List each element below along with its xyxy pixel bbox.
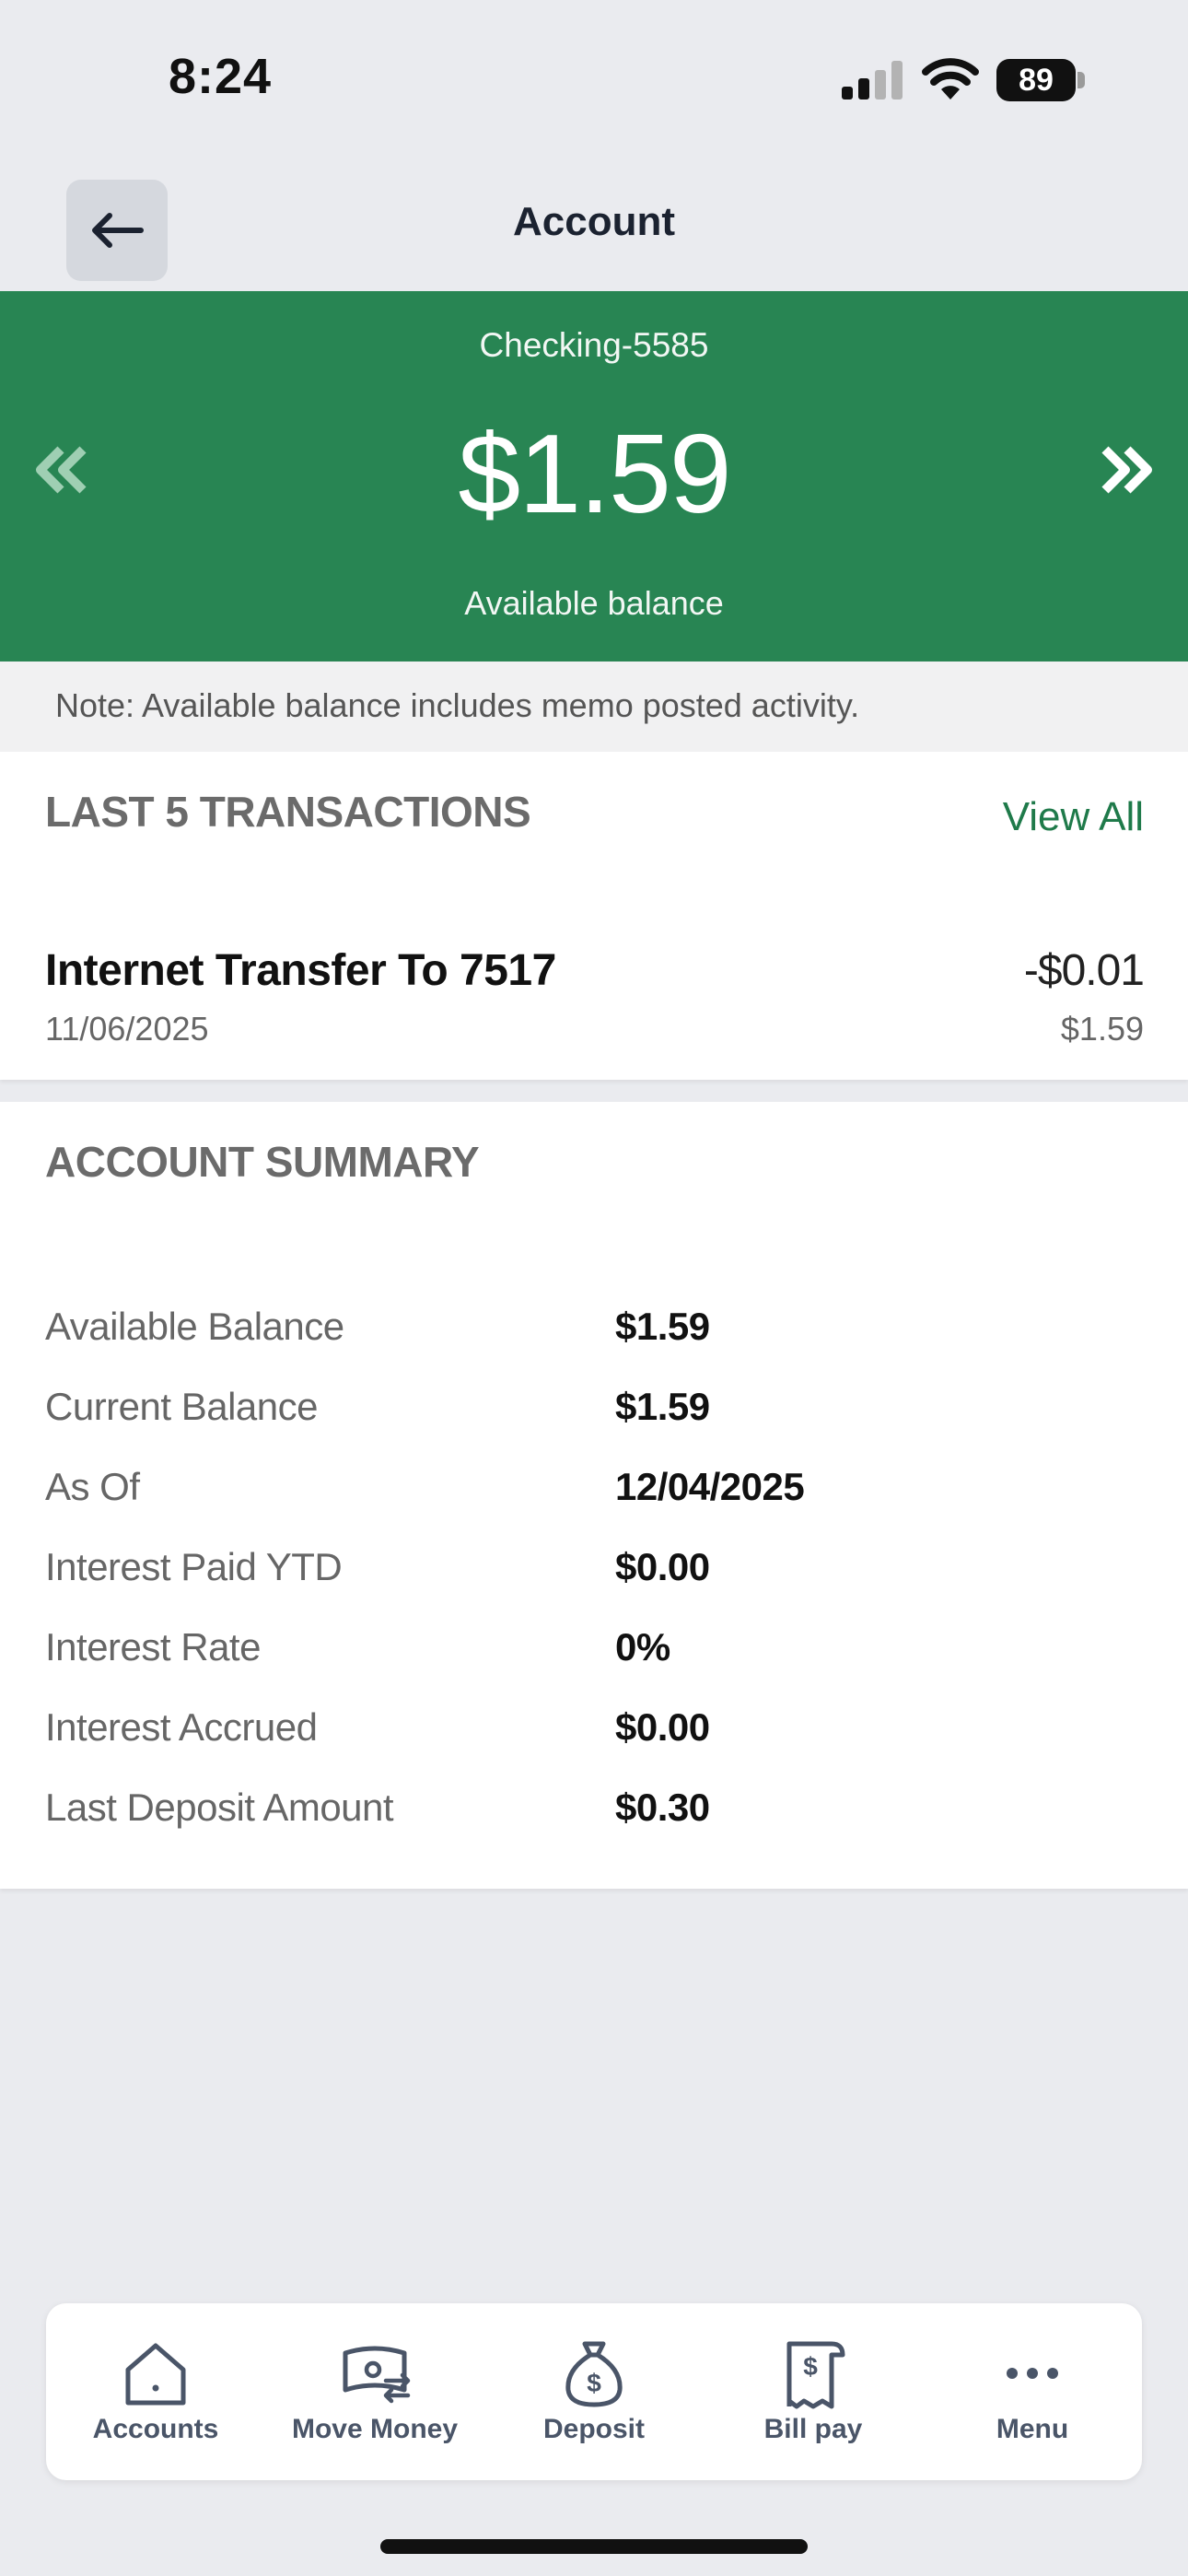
- transaction-date: 11/06/2025: [45, 1010, 209, 1048]
- summary-row-interest-accrued: Interest Accrued $0.00: [0, 1692, 1188, 1773]
- nav-label: Menu: [996, 2414, 1069, 2444]
- summary-label: Last Deposit Amount: [45, 1786, 394, 1829]
- nav-label: Accounts: [92, 2414, 219, 2444]
- nav-item-deposit[interactable]: $ Deposit: [484, 2303, 704, 2480]
- summary-label: Interest Rate: [45, 1625, 261, 1669]
- summary-value: 12/04/2025: [615, 1465, 805, 1508]
- transactions-title: LAST 5 TRANSACTIONS: [45, 788, 531, 836]
- header: Account: [0, 157, 1188, 291]
- summary-label: Interest Paid YTD: [45, 1545, 343, 1588]
- summary-row-interest-rate: Interest Rate 0%: [0, 1612, 1188, 1692]
- transaction-description: Internet Transfer To 7517: [45, 946, 556, 995]
- battery-tip: [1077, 72, 1085, 88]
- money-bag-icon: $: [565, 2341, 623, 2407]
- summary-value: $1.59: [615, 1305, 710, 1348]
- transactions-card: LAST 5 TRANSACTIONS View All Internet Tr…: [0, 752, 1188, 1080]
- note-text: Note: Available balance includes memo po…: [55, 686, 860, 724]
- battery-level: 89: [996, 59, 1076, 101]
- battery-indicator: 89: [996, 59, 1085, 101]
- bottom-navigation: Accounts Move Money $ Deposit $ Bill pay: [46, 2303, 1142, 2480]
- more-icon: [1007, 2368, 1058, 2379]
- summary-value: $0.00: [615, 1545, 710, 1588]
- wifi-icon: [922, 58, 979, 100]
- balance-amount: $1.59: [458, 411, 731, 536]
- home-indicator[interactable]: [380, 2539, 808, 2554]
- nav-item-move-money[interactable]: Move Money: [265, 2303, 484, 2480]
- money-transfer-icon: [343, 2346, 411, 2404]
- nav-label: Bill pay: [763, 2414, 863, 2444]
- nav-item-accounts[interactable]: Accounts: [46, 2303, 265, 2480]
- status-bar: 8:24 89: [0, 0, 1188, 157]
- transaction-amount: -$0.01: [1023, 946, 1145, 995]
- summary-label: As Of: [45, 1465, 140, 1508]
- account-name: Checking-5585: [479, 326, 709, 364]
- transaction-row[interactable]: Internet Transfer To 7517 11/06/2025 -$0…: [0, 936, 1188, 1065]
- summary-row-as-of: As Of 12/04/2025: [0, 1452, 1188, 1532]
- balance-banner: Checking-5585 $1.59 Available balance: [0, 291, 1188, 662]
- svg-text:$: $: [803, 2352, 818, 2381]
- summary-label: Interest Accrued: [45, 1705, 318, 1749]
- receipt-icon: $: [786, 2341, 845, 2409]
- summary-label: Current Balance: [45, 1385, 319, 1428]
- summary-label: Available Balance: [45, 1305, 344, 1348]
- summary-title: ACCOUNT SUMMARY: [45, 1138, 480, 1186]
- nav-item-bill-pay[interactable]: $ Bill pay: [704, 2303, 923, 2480]
- page-title: Account: [513, 199, 675, 244]
- account-screen: 8:24 89 Account Checking-5585 $1.59 Avai…: [0, 0, 1188, 2576]
- summary-row-current-balance: Current Balance $1.59: [0, 1372, 1188, 1452]
- home-icon: [125, 2343, 186, 2406]
- summary-value: $1.59: [615, 1385, 710, 1428]
- next-account-icon[interactable]: [1100, 437, 1155, 503]
- transaction-balance: $1.59: [1060, 1010, 1144, 1048]
- nav-item-menu[interactable]: Menu: [923, 2303, 1142, 2480]
- view-all-link[interactable]: View All: [1003, 794, 1144, 840]
- balance-caption: Available balance: [464, 584, 724, 622]
- account-summary-card: ACCOUNT SUMMARY Available Balance $1.59 …: [0, 1102, 1188, 1889]
- nav-label: Move Money: [291, 2414, 459, 2444]
- status-time: 8:24: [169, 49, 273, 104]
- nav-label: Deposit: [542, 2414, 645, 2444]
- balance-note: Note: Available balance includes memo po…: [0, 662, 1188, 752]
- summary-value: $0.00: [615, 1705, 710, 1749]
- summary-value: $0.30: [615, 1786, 710, 1829]
- summary-row-interest-paid-ytd: Interest Paid YTD $0.00: [0, 1532, 1188, 1612]
- summary-value: 0%: [615, 1625, 670, 1669]
- summary-row-last-deposit-amount: Last Deposit Amount $0.30: [0, 1773, 1188, 1853]
- cellular-signal-icon: [842, 61, 903, 100]
- summary-row-available-balance: Available Balance $1.59: [0, 1292, 1188, 1372]
- svg-text:$: $: [587, 2369, 601, 2397]
